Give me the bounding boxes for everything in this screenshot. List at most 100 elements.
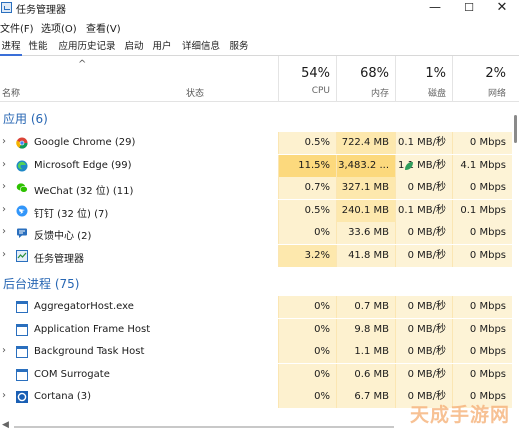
- column-network[interactable]: 2% 网络: [452, 56, 512, 102]
- disk-percent: 1%: [425, 66, 446, 81]
- process-name: 反馈中心 (2): [34, 231, 92, 242]
- cpu-cell: 3.2%: [278, 244, 336, 267]
- memory-label: 内存: [370, 89, 389, 99]
- cpu-cell: 0%: [278, 296, 336, 318]
- process-list: 应用 (6) › Google Chrome (29) 0.5% 722.4 MB 0.…: [0, 103, 519, 436]
- cpu-cell: 0.7%: [278, 177, 336, 199]
- network-cell: 0 Mbps: [452, 222, 512, 244]
- expand-chevron-icon[interactable]: ›: [2, 136, 6, 147]
- column-name[interactable]: 名称: [2, 86, 20, 99]
- close-button[interactable]: ✕: [485, 0, 519, 17]
- sort-caret-icon[interactable]: ^: [78, 59, 86, 70]
- tab-startup[interactable]: 启动: [123, 39, 145, 56]
- process-row[interactable]: › WeChat (32 位) (11) 0.7% 327.1 MB 0 MB/秒 0 M…: [0, 177, 519, 199]
- tab-details[interactable]: 详细信息: [180, 39, 222, 56]
- window-icon: [16, 346, 28, 358]
- process-row[interactable]: › Microsoft Edge (99) 11.5% 3,483.2 ... 1.1 …: [0, 154, 519, 177]
- process-row[interactable]: › 钉钉 (32 位) (7) 0.5% 240.1 MB 0.1 MB/秒 0.1 Mb…: [0, 199, 519, 222]
- tab-app-history[interactable]: 应用历史记录: [56, 39, 118, 56]
- process-name: Google Chrome (29): [34, 137, 136, 148]
- cpu-cell: 0%: [278, 341, 336, 363]
- tab-processes[interactable]: 进程: [0, 39, 22, 56]
- process-row[interactable]: Application Frame Host 0% 9.8 MB 0 MB/秒 0 Mb…: [0, 318, 519, 341]
- task-manager-app-icon: [1, 2, 12, 13]
- menu-bar: 文件(F) 选项(O) 查看(V): [0, 18, 519, 35]
- memory-percent: 68%: [360, 66, 389, 81]
- memory-cell: 327.1 MB: [336, 177, 395, 199]
- scroll-thumb[interactable]: [514, 115, 517, 143]
- group-header-apps[interactable]: 应用 (6): [0, 107, 519, 129]
- disk-cell: 0.1 MB/秒: [395, 199, 452, 222]
- column-disk[interactable]: 1% 磁盘: [395, 56, 452, 102]
- process-row[interactable]: › 反馈中心 (2) 0% 33.6 MB 0 MB/秒 0 Mbps: [0, 222, 519, 244]
- maximize-button[interactable]: ☐: [452, 0, 486, 17]
- network-cell: 0 Mbps: [452, 132, 512, 154]
- group-header-background[interactable]: 后台进程 (75): [0, 272, 519, 294]
- cpu-percent: 54%: [301, 66, 330, 81]
- tab-services[interactable]: 服务: [228, 39, 250, 56]
- expand-chevron-icon[interactable]: ›: [2, 345, 6, 356]
- process-row[interactable]: › 任务管理器 3.2% 41.8 MB 0 MB/秒 0 Mbps: [0, 244, 519, 267]
- scroll-left-icon[interactable]: ◀: [2, 420, 9, 430]
- memory-cell: 6.7 MB: [336, 386, 395, 408]
- network-cell: 0 Mbps: [452, 363, 512, 386]
- network-cell: 4.1 Mbps: [452, 154, 512, 177]
- window-icon: [16, 301, 28, 313]
- memory-cell: 0.7 MB: [336, 296, 395, 318]
- cortana-icon: [16, 391, 28, 403]
- memory-cell: 3,483.2 ...: [336, 154, 395, 177]
- feedback-icon: [16, 227, 28, 239]
- vertical-scrollbar[interactable]: [512, 103, 519, 413]
- tab-performance[interactable]: 性能: [27, 39, 49, 56]
- expand-chevron-icon[interactable]: ›: [2, 226, 6, 237]
- disk-cell: 0 MB/秒: [395, 363, 452, 386]
- disk-cell: 0 MB/秒: [395, 318, 452, 341]
- edge-icon: [16, 160, 28, 172]
- cpu-cell: 0%: [278, 386, 336, 408]
- expand-chevron-icon[interactable]: ›: [2, 249, 6, 260]
- disk-label: 磁盘: [427, 89, 446, 99]
- network-cell: 0 Mbps: [452, 177, 512, 199]
- column-memory[interactable]: 68% 内存: [336, 56, 395, 102]
- process-name: Cortana (3): [34, 391, 92, 402]
- column-cpu[interactable]: 54% CPU: [278, 56, 336, 102]
- process-row[interactable]: › Background Task Host 0% 1.1 MB 0 MB/秒 0 Mbp…: [0, 341, 519, 363]
- process-row[interactable]: AggregatorHost.exe 0% 0.7 MB 0 MB/秒 0 Mbps: [0, 296, 519, 318]
- memory-cell: 41.8 MB: [336, 244, 395, 267]
- menu-view[interactable]: 查看(V): [86, 20, 121, 35]
- cpu-cell: 11.5%: [278, 154, 336, 177]
- expand-chevron-icon[interactable]: ›: [2, 390, 6, 401]
- menu-file[interactable]: 文件(F): [0, 20, 34, 35]
- column-status[interactable]: 状态: [186, 86, 204, 99]
- cpu-cell: 0.5%: [278, 199, 336, 222]
- network-label: 网络: [487, 89, 506, 99]
- expand-chevron-icon[interactable]: ›: [2, 159, 6, 170]
- minimize-button[interactable]: —: [418, 0, 452, 17]
- expand-chevron-icon[interactable]: ›: [2, 204, 6, 215]
- disk-cell: 0 MB/秒: [395, 222, 452, 244]
- efficiency-mode-leaf-icon: [404, 161, 414, 171]
- cpu-cell: 0%: [278, 222, 336, 244]
- process-name: AggregatorHost.exe: [34, 301, 134, 312]
- watermark: 天成手游网: [410, 404, 511, 426]
- dingtalk-icon: [16, 205, 28, 217]
- memory-cell: 722.4 MB: [336, 132, 395, 154]
- expand-chevron-icon[interactable]: ›: [2, 181, 6, 192]
- horizontal-scroll-track[interactable]: [14, 426, 394, 428]
- window-icon: [16, 368, 28, 381]
- menu-options[interactable]: 选项(O): [41, 20, 77, 35]
- process-name: 任务管理器: [34, 253, 84, 265]
- disk-cell: 0 MB/秒: [395, 341, 452, 363]
- disk-cell: 0 MB/秒: [395, 177, 452, 199]
- tab-bar: 进程 性能 应用历史记录 启动 用户 详细信息 服务: [0, 37, 519, 56]
- network-cell: 0 Mbps: [452, 341, 512, 363]
- process-name: Background Task Host: [34, 346, 145, 357]
- memory-cell: 9.8 MB: [336, 318, 395, 341]
- process-row[interactable]: COM Surrogate 0% 0.6 MB 0 MB/秒 0 Mbps: [0, 363, 519, 386]
- tab-users[interactable]: 用户: [151, 39, 173, 56]
- process-name: WeChat (32 位) (11): [34, 186, 134, 197]
- network-cell: 0 Mbps: [452, 244, 512, 267]
- network-cell: 0.1 Mbps: [452, 199, 512, 222]
- task-manager-icon: [16, 249, 28, 262]
- process-row[interactable]: › Google Chrome (29) 0.5% 722.4 MB 0.1 MB/秒 0…: [0, 132, 519, 154]
